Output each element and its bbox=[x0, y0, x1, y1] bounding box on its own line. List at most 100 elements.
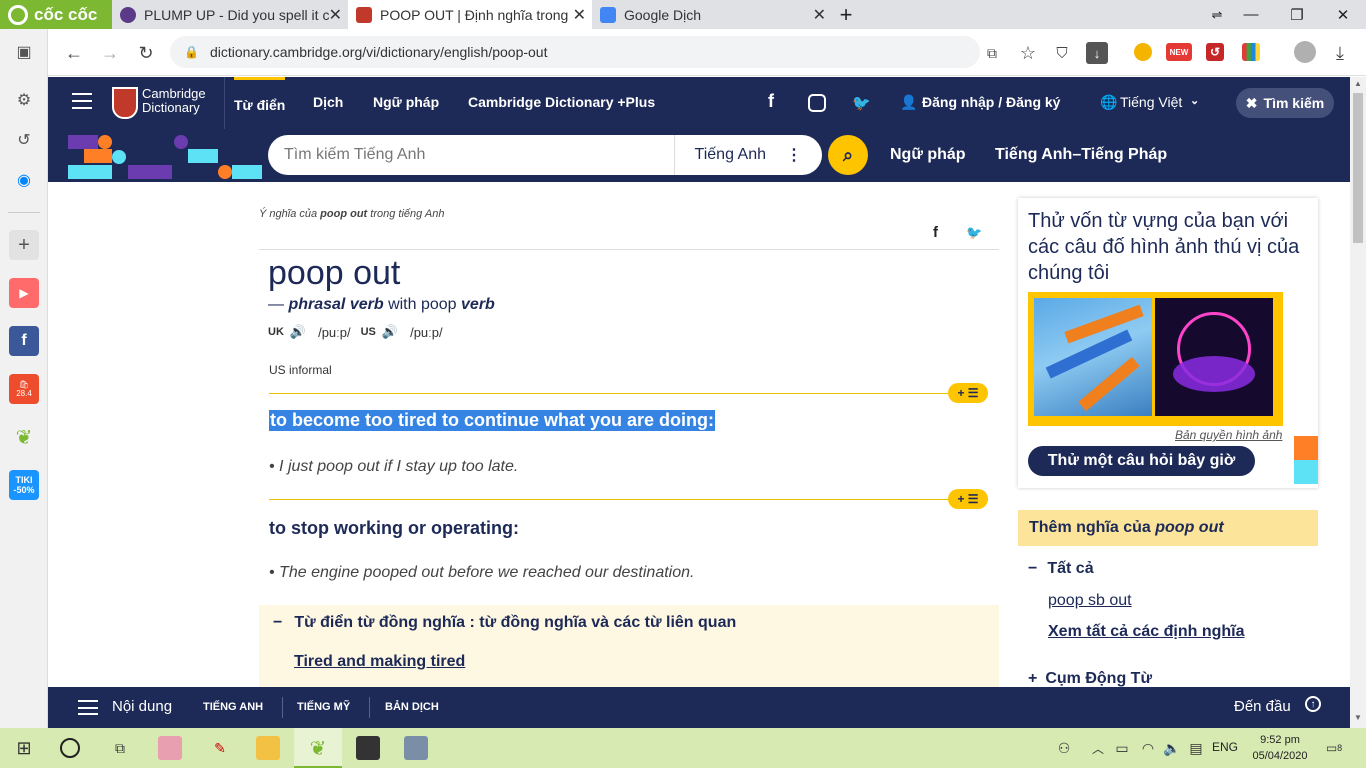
cortana-search-icon[interactable] bbox=[60, 738, 80, 758]
hamburger-menu-icon[interactable] bbox=[72, 93, 92, 109]
app-icon-1[interactable] bbox=[158, 736, 182, 760]
menu-icon[interactable] bbox=[78, 700, 98, 715]
translate-page-icon[interactable]: ⧉ bbox=[978, 39, 1006, 67]
search-input[interactable]: Tìm kiếm Tiếng Anh bbox=[284, 146, 674, 164]
close-window-button[interactable]: ✕ bbox=[1320, 0, 1366, 29]
coccoc-taskbar-icon[interactable]: ❦ bbox=[306, 736, 330, 760]
instagram-icon[interactable] bbox=[808, 94, 826, 112]
youtube-icon[interactable]: ▶ bbox=[9, 278, 39, 308]
all-meanings-toggle[interactable]: − Tất cả bbox=[1028, 560, 1094, 578]
back-to-top-link[interactable]: Đến đầu bbox=[1234, 698, 1291, 715]
tray-expand-icon[interactable]: ︿ bbox=[1086, 736, 1110, 760]
thesaurus-header[interactable]: − Từ điển từ đồng nghĩa : từ đồng nghĩa … bbox=[273, 614, 736, 632]
app-icon-2[interactable] bbox=[356, 736, 380, 760]
phrasal-verbs-toggle[interactable]: + Cụm Động Từ bbox=[1028, 670, 1152, 687]
volume-icon[interactable]: 🔈 bbox=[1160, 736, 1184, 760]
keyboard-icon[interactable]: ▤ bbox=[1184, 736, 1208, 760]
twitter-share-icon[interactable]: 🐦 bbox=[966, 225, 982, 241]
downloads-icon[interactable]: ⤓ bbox=[1326, 39, 1354, 67]
scroll-thumb[interactable] bbox=[1353, 93, 1363, 243]
forward-button[interactable]: → bbox=[96, 39, 124, 67]
coccoc-app-icon[interactable]: ❦ bbox=[9, 422, 39, 452]
scroll-up-icon[interactable]: ▲ bbox=[1354, 79, 1362, 88]
input-language[interactable]: ENG bbox=[1212, 740, 1238, 754]
bookmark-star-icon[interactable]: ☆ bbox=[1014, 39, 1042, 67]
settings-icon[interactable]: ⚙ bbox=[9, 85, 39, 115]
search-toggle-button[interactable]: ✖ Tìm kiếm bbox=[1236, 88, 1334, 118]
thesaurus-link[interactable]: Tired and making tired bbox=[294, 653, 465, 671]
search-button[interactable]: ⌕ bbox=[828, 135, 868, 175]
link-grammar[interactable]: Ngữ pháp bbox=[890, 146, 966, 164]
people-icon[interactable]: ⚇ bbox=[1052, 736, 1076, 760]
app-icon-3[interactable] bbox=[404, 736, 428, 760]
link-see-all-definitions[interactable]: Xem tất cả các định nghĩa bbox=[1048, 623, 1245, 641]
adblock-shield-icon[interactable]: ⛉ bbox=[1048, 39, 1076, 67]
tiki-icon[interactable]: TIKI -50% bbox=[9, 470, 39, 500]
add-to-list-button[interactable]: + ☰ bbox=[948, 383, 988, 403]
coccoc-menu-button[interactable]: cốc cốc bbox=[0, 0, 112, 29]
facebook-icon[interactable]: f bbox=[9, 326, 39, 356]
page-scrollbar[interactable]: ▲ ▼ bbox=[1350, 77, 1366, 728]
contents-link[interactable]: Nội dung bbox=[112, 698, 172, 715]
new-tab-button[interactable]: + bbox=[823, 0, 869, 29]
address-bar[interactable]: 🔒 dictionary.cambridge.org/vi/dictionary… bbox=[170, 36, 980, 68]
tab-google-translate[interactable]: Google Dịch ✕ bbox=[592, 0, 832, 29]
tab-plump-up[interactable]: PLUMP UP - Did you spell it c ✕ bbox=[112, 0, 348, 29]
download-video-icon[interactable]: ↓ bbox=[1086, 42, 1108, 64]
add-app-icon[interactable]: + bbox=[9, 230, 39, 260]
task-view-icon[interactable]: ⧉ bbox=[108, 736, 132, 760]
clock[interactable]: 9:52 pm 05/04/2020 bbox=[1248, 732, 1312, 764]
chevron-down-icon[interactable]: ⌄ bbox=[1190, 94, 1199, 107]
add-to-list-button[interactable]: + ☰ bbox=[948, 489, 988, 509]
close-tab-icon[interactable]: ✕ bbox=[329, 5, 342, 25]
tiki-label: TIKI bbox=[15, 475, 33, 485]
reload-button[interactable]: ↻ bbox=[132, 39, 160, 67]
notifications-icon[interactable]: ▭ 8 bbox=[1322, 736, 1346, 760]
facebook-share-icon[interactable]: f bbox=[933, 224, 938, 241]
facebook-share-icon[interactable]: f bbox=[768, 91, 774, 112]
tab-american[interactable]: TIẾNG MỸ bbox=[297, 701, 350, 713]
profile-avatar[interactable] bbox=[1294, 41, 1316, 63]
nav-dictionary[interactable]: Từ điển bbox=[234, 77, 286, 129]
file-explorer-icon[interactable] bbox=[256, 736, 280, 760]
paint-icon[interactable]: ✎ bbox=[208, 736, 232, 760]
scroll-down-icon[interactable]: ▼ bbox=[1354, 713, 1362, 722]
login-link[interactable]: Đăng nhập / Đăng ký bbox=[922, 94, 1060, 110]
nav-grammar[interactable]: Ngữ pháp bbox=[373, 94, 439, 110]
battery-icon[interactable]: ▭ bbox=[1110, 736, 1134, 760]
tab-poop-out[interactable]: POOP OUT | Định nghĩa trong ✕ bbox=[348, 0, 592, 29]
link-poop-sb-out[interactable]: poop sb out bbox=[1048, 592, 1132, 610]
uk-audio-icon[interactable]: 🔊 bbox=[290, 324, 306, 340]
quiz-start-button[interactable]: Thử một câu hỏi bây giờ bbox=[1028, 446, 1255, 476]
nav-translate[interactable]: Dịch bbox=[313, 94, 343, 110]
maximize-button[interactable]: ❐ bbox=[1274, 0, 1320, 29]
wifi-icon[interactable]: ◠ bbox=[1136, 736, 1160, 760]
twitter-icon[interactable]: 🐦 bbox=[852, 94, 871, 112]
collapse-icon: − bbox=[273, 614, 283, 631]
minimize-button[interactable]: — bbox=[1228, 0, 1274, 29]
image-credit[interactable]: Bản quyền hình ảnh bbox=[1175, 428, 1282, 442]
extension-red-icon[interactable]: ↺ bbox=[1206, 43, 1224, 61]
dictionary-selector[interactable]: Tiếng Anh ⋮ bbox=[673, 135, 822, 175]
shopee-icon[interactable]: 🛍 28.4 bbox=[9, 374, 39, 404]
quiz-image-carousel[interactable] bbox=[1155, 298, 1273, 416]
quiz-image-waterslide[interactable] bbox=[1034, 298, 1152, 416]
extension-grid-icon[interactable] bbox=[1242, 43, 1260, 61]
windows-start-icon[interactable]: ⊞ bbox=[12, 736, 36, 760]
sidebar-toggle-icon[interactable]: ▣ bbox=[9, 37, 39, 67]
language-selector[interactable]: Tiếng Việt bbox=[1120, 94, 1182, 110]
tab-english[interactable]: TIẾNG ANH bbox=[203, 701, 263, 713]
extension-chrome-icon[interactable] bbox=[1134, 43, 1152, 61]
collapse-icon: − bbox=[1028, 560, 1038, 577]
history-icon[interactable]: ↺ bbox=[9, 125, 39, 155]
us-audio-icon[interactable]: 🔊 bbox=[382, 324, 398, 340]
messenger-icon[interactable]: ◉ bbox=[9, 165, 39, 195]
arrow-up-icon[interactable]: ↑ bbox=[1305, 696, 1321, 712]
tab-translation[interactable]: BẢN DỊCH bbox=[385, 701, 439, 713]
extension-new-icon[interactable]: NEW bbox=[1166, 43, 1192, 61]
site-logo[interactable]: Cambridge Dictionary bbox=[142, 87, 206, 115]
nav-plus[interactable]: Cambridge Dictionary +Plus bbox=[468, 94, 655, 110]
close-tab-icon[interactable]: ✕ bbox=[573, 5, 586, 25]
back-button[interactable]: ← bbox=[60, 39, 88, 67]
link-english-french[interactable]: Tiếng Anh–Tiếng Pháp bbox=[995, 146, 1167, 164]
